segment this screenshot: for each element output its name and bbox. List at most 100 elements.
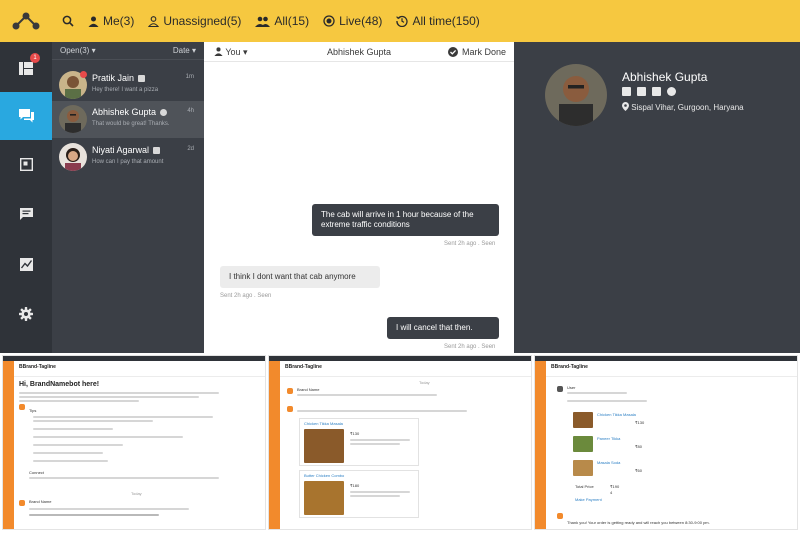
- chat-panel: You ▾ Abhishek Gupta Mark Done The cab w…: [204, 42, 514, 353]
- sort-dropdown[interactable]: Date ▾: [173, 46, 196, 55]
- app-window: Me(3) Unassigned(5) All(15) Live(48) All…: [0, 0, 800, 353]
- order-item-price: ₹80: [635, 444, 642, 449]
- conversation-list: Open(3) ▾ Date ▾ Pratik Jain Hey there! …: [52, 42, 204, 353]
- make-payment-link[interactable]: Make Payment: [575, 497, 602, 502]
- gear-icon: [19, 307, 33, 321]
- avatar: [59, 143, 87, 171]
- message-preview: How can I pay that amount: [92, 159, 164, 165]
- message-icon: [19, 207, 33, 220]
- menu-item-price: ₹180: [350, 483, 360, 488]
- nav-settings[interactable]: [0, 290, 52, 338]
- conversation-item[interactable]: Pratik Jain Hey there! I want a pizza 1m: [52, 67, 204, 104]
- history-icon: [396, 15, 409, 27]
- ticket-icon: [19, 157, 33, 171]
- sender-name: Brand Name: [29, 499, 52, 504]
- mark-done-button[interactable]: Mark Done: [447, 47, 506, 57]
- contact-name: Abhishek Gupta: [92, 107, 157, 117]
- order-item-price: ₹130: [635, 420, 645, 425]
- chat-icon: [18, 109, 34, 123]
- status-filter-dropdown[interactable]: Open(3) ▾: [60, 46, 96, 55]
- nav-conversations[interactable]: [0, 92, 52, 140]
- message-time: 4h: [187, 108, 194, 114]
- date-divider: Today: [419, 380, 430, 385]
- menu-item-price: ₹130: [350, 431, 360, 436]
- contact-name: Niyati Agarwal: [92, 145, 150, 155]
- filter-me-label: Me(3): [103, 14, 135, 28]
- filter-all[interactable]: All(15): [255, 14, 309, 28]
- order-item-title: Masala Soda: [597, 460, 621, 465]
- app-logo[interactable]: [0, 0, 52, 42]
- food-image: [304, 481, 344, 515]
- nav-dashboard[interactable]: 1: [0, 44, 52, 92]
- contact-profile-panel: Abhishek Gupta Sispal Vihar, Gurgoon, Ha…: [514, 42, 800, 353]
- avatar: [59, 105, 87, 133]
- total-price: ₹190: [610, 484, 620, 489]
- filter-all-time-label: All time(150): [412, 14, 480, 28]
- top-bar: Me(3) Unassigned(5) All(15) Live(48) All…: [0, 0, 800, 42]
- person-icon: [88, 16, 99, 27]
- message-meta: Sent 2h ago . Seen: [220, 293, 272, 299]
- chat-header: You ▾ Abhishek Gupta Mark Done: [204, 42, 514, 62]
- menu-item-title: Chicken Tikka Masala: [304, 421, 343, 426]
- sender-name: Brand Name: [297, 387, 320, 392]
- menu-card[interactable]: Chicken Tikka Masala ₹130: [299, 418, 419, 466]
- person-outline-icon: [148, 15, 160, 27]
- web-icon: [160, 109, 168, 117]
- notification-badge: 1: [30, 53, 40, 63]
- message-bubble-outgoing: I will cancel that then.: [387, 317, 499, 339]
- message-time: 2d: [187, 146, 194, 152]
- search-button[interactable]: [62, 15, 74, 27]
- food-image: [573, 460, 593, 476]
- contact-name: Pratik Jain: [92, 73, 135, 83]
- order-item-price: ₹60: [635, 468, 642, 473]
- facebook-icon: [138, 75, 146, 83]
- live-icon: [323, 15, 335, 27]
- nav-sidebar: 1: [0, 42, 52, 353]
- conversation-item[interactable]: Abhishek Gupta That would be great! Than…: [52, 101, 204, 138]
- check-circle-icon: [447, 47, 458, 57]
- profile-avatar: [545, 64, 607, 126]
- filter-live[interactable]: Live(48): [323, 14, 382, 28]
- menu-item-title: Butter Chicken Combo: [304, 473, 345, 478]
- nav-messages[interactable]: [0, 190, 52, 238]
- message-bubble-incoming: I think I dont want that cab anymore: [220, 266, 380, 288]
- people-icon: [255, 16, 271, 27]
- social-links: [622, 87, 676, 96]
- food-image: [304, 429, 344, 463]
- message-preview: Hey there! I want a pizza: [92, 87, 159, 93]
- web-icon[interactable]: [667, 87, 676, 96]
- brand-title: BBrand-Tagline: [285, 364, 322, 370]
- filter-unassigned[interactable]: Unassigned(5): [148, 14, 241, 28]
- nav-tickets[interactable]: [0, 140, 52, 188]
- messenger-icon: [153, 147, 161, 155]
- brand-title: BBrand-Tagline: [551, 364, 588, 370]
- nav-analytics[interactable]: [0, 240, 52, 288]
- greeting-heading: Hi, BrandNamebot here!: [19, 381, 100, 388]
- total-label: Total Price: [575, 484, 594, 489]
- twitter-icon[interactable]: [652, 87, 661, 96]
- date-divider: Today: [131, 491, 142, 496]
- dashboard-icon: [19, 61, 33, 75]
- brand-title: BBrand-Tagline: [19, 364, 56, 370]
- list-header: Open(3) ▾ Date ▾: [52, 42, 204, 60]
- filter-unassigned-label: Unassigned(5): [163, 14, 242, 28]
- filter-all-time[interactable]: All time(150): [396, 14, 480, 28]
- search-icon: [62, 15, 74, 27]
- filter-me[interactable]: Me(3): [88, 14, 134, 28]
- unread-dot: [80, 71, 87, 78]
- conversation-item[interactable]: Niyati Agarwal How can I pay that amount…: [52, 139, 204, 176]
- confirmation-message: Thank you! Your order is getting ready a…: [567, 520, 710, 525]
- google-plus-icon[interactable]: [637, 87, 646, 96]
- profile-name: Abhishek Gupta: [622, 70, 708, 84]
- chevron-down-icon: ▾: [91, 46, 96, 55]
- facebook-icon[interactable]: [622, 87, 631, 96]
- chevron-down-icon: ▾: [191, 46, 196, 55]
- filter-all-label: All(15): [274, 14, 310, 28]
- analytics-icon: [19, 257, 33, 271]
- bot-screen-welcome: BBrand-Tagline Hi, BrandNamebot here! Ti…: [2, 355, 266, 530]
- bot-screen-menu: BBrand-Tagline Today Brand Name Chicken …: [268, 355, 532, 530]
- menu-card[interactable]: Butter Chicken Combo ₹180: [299, 470, 419, 518]
- connect-label: Connect: [29, 470, 44, 475]
- message-time: 1m: [185, 74, 194, 80]
- location-pin-icon: [622, 102, 629, 111]
